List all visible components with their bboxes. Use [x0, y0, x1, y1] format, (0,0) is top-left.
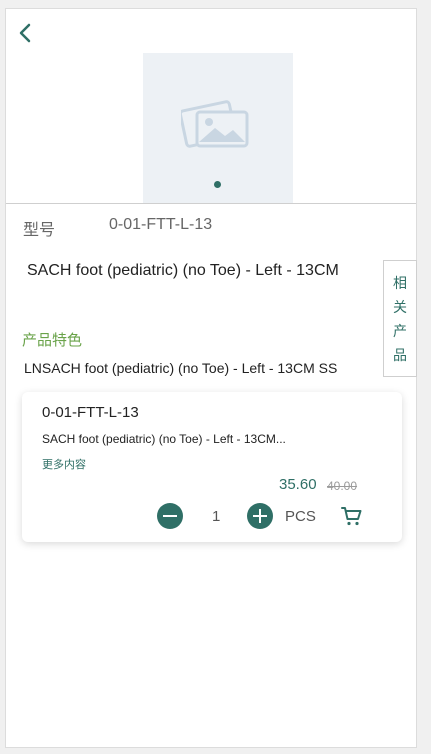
variant-code: 0-01-FTT-L-13: [42, 404, 139, 421]
product-image-carousel[interactable]: [143, 53, 293, 203]
decrease-quantity-button[interactable]: [157, 503, 183, 529]
back-button[interactable]: [14, 21, 38, 45]
unit-label: PCS: [285, 508, 316, 525]
add-to-cart-button[interactable]: [340, 504, 364, 528]
variant-name: SACH foot (pediatric) (no Toe) - Left - …: [42, 432, 286, 446]
price: 35.60: [279, 476, 317, 493]
related-label-char: 品: [393, 346, 407, 363]
feature-label: 产品特色: [22, 332, 83, 349]
related-label-char: 相: [393, 274, 407, 291]
more-content-link[interactable]: 更多内容: [42, 456, 86, 472]
feature-text: LNSACH foot (pediatric) (no Toe) - Left …: [24, 360, 338, 376]
quantity-value: 1: [212, 508, 221, 525]
original-price: 40.00: [327, 479, 358, 493]
related-label-char: 关: [393, 298, 407, 315]
related-products-button[interactable]: 相 关 产 品: [383, 260, 417, 377]
related-label-char: 产: [393, 322, 407, 339]
product-detail-page: 型号 0-01-FTT-L-13 SACH foot (pediatric) (…: [5, 8, 417, 748]
chevron-left-icon: [19, 23, 31, 43]
product-title: SACH foot (pediatric) (no Toe) - Left - …: [27, 262, 339, 279]
increase-quantity-button[interactable]: [247, 503, 273, 529]
product-variant-card: 0-01-FTT-L-13 SACH foot (pediatric) (no …: [22, 392, 402, 542]
model-value: 0-01-FTT-L-13: [109, 216, 213, 233]
divider: [6, 203, 416, 204]
model-label: 型号: [23, 222, 56, 239]
image-icon: [181, 100, 249, 148]
carousel-indicator-dot[interactable]: [214, 181, 221, 188]
cart-icon: [341, 507, 362, 526]
